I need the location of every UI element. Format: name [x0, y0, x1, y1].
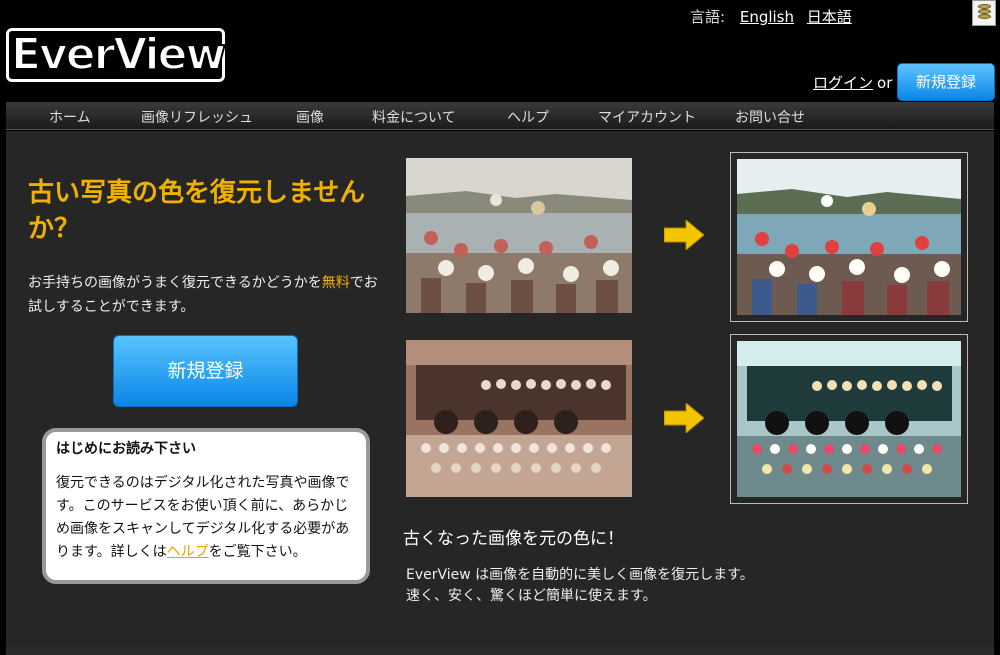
language-english-link[interactable]: English	[740, 8, 794, 26]
help-link[interactable]: ヘルプ	[167, 544, 209, 560]
nav-item-help[interactable]: ヘルプ	[507, 107, 549, 127]
notice-body: 復元できるのはデジタル化された写真や画像です。このサービスをお使い頂く前に、あら…	[56, 475, 350, 560]
signup-button-header[interactable]: 新規登録	[897, 63, 995, 101]
language-label: 言語:	[690, 8, 726, 26]
page-headline: 古い写真の色を復元しませんか？	[28, 178, 366, 244]
after-photo-1	[737, 159, 961, 315]
main-nav: ホーム 画像リフレッシュ 画像 料金について ヘルプ マイアカウント お問い合せ	[6, 102, 994, 130]
nav-item-images[interactable]: 画像	[296, 107, 324, 127]
signup-button-main[interactable]: 新規登録	[113, 335, 298, 407]
nav-item-pricing[interactable]: 料金について	[372, 107, 456, 127]
language-switcher: 言語: English 日本語	[690, 6, 860, 27]
notice-box: はじめにお読み下さい 復元できるのはデジタル化された写真や画像です。このサービス…	[42, 428, 370, 584]
or-text: or	[877, 74, 893, 92]
main-panel: 古い写真の色を復元しませんか？ お手持ちの画像がうまく復元できるかどうかを無料で…	[6, 131, 994, 646]
before-photo-1	[406, 158, 632, 313]
nav-item-contact[interactable]: お問い合せ	[735, 107, 805, 127]
everview-logo[interactable]: EverView	[6, 28, 227, 82]
login-area: ログイン or	[813, 72, 896, 93]
language-japanese-link[interactable]: 日本語	[807, 8, 852, 26]
login-link[interactable]: ログイン	[813, 74, 873, 92]
before-photo-2	[406, 340, 632, 497]
free-highlight: 無料	[321, 275, 350, 291]
showcase-description: EverView は画像を自動的に美しく画像を復元します。 速く、安く、驚くほど…	[406, 567, 754, 604]
logo-text: EverView	[10, 29, 227, 80]
nav-item-my-account[interactable]: マイアカウント	[598, 107, 696, 127]
arrow-right-icon	[664, 403, 704, 433]
nav-item-home[interactable]: ホーム	[49, 107, 91, 127]
database-icon[interactable]	[972, 0, 996, 26]
footer-bar	[6, 646, 994, 655]
lead-text: お手持ちの画像がうまく復元できるかどうかを無料でお試しすることができます。	[28, 275, 378, 315]
showcase-caption: 古くなった画像を元の色に！	[403, 529, 624, 549]
arrow-right-icon	[664, 220, 704, 250]
after-photo-2	[737, 341, 961, 497]
notice-title: はじめにお読み下さい	[56, 441, 196, 457]
nav-item-image-refresh[interactable]: 画像リフレッシュ	[141, 107, 253, 127]
